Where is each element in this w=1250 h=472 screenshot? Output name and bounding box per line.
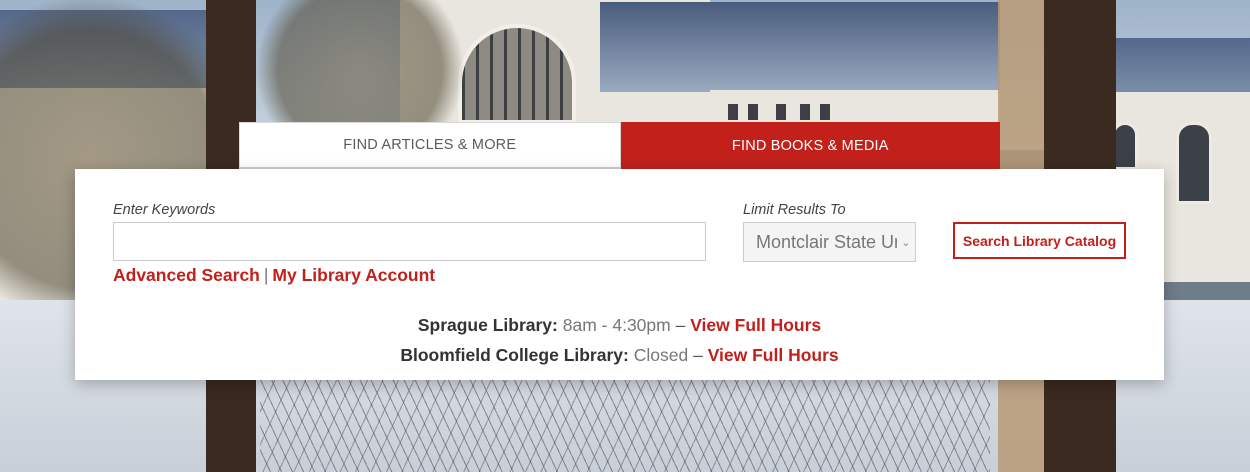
roof-center bbox=[600, 2, 1000, 92]
advanced-search-link[interactable]: Advanced Search bbox=[113, 265, 260, 285]
library-name: Sprague Library: bbox=[417, 315, 558, 335]
limit-results-select[interactable]: Montclair State University ⌄ bbox=[743, 222, 916, 262]
keywords-label: Enter Keywords bbox=[113, 202, 216, 218]
search-library-catalog-button[interactable]: Search Library Catalog bbox=[953, 222, 1126, 259]
window bbox=[820, 104, 830, 120]
tab-find-books[interactable]: FIND BOOKS & MEDIA bbox=[620, 122, 1000, 178]
library-hours-time: Closed bbox=[633, 345, 689, 365]
bare-branches bbox=[260, 380, 990, 472]
view-full-hours-link[interactable]: View Full Hours bbox=[690, 315, 821, 335]
my-library-account-link[interactable]: My Library Account bbox=[272, 265, 435, 285]
keywords-input[interactable] bbox=[113, 222, 706, 261]
window bbox=[800, 104, 810, 120]
library-name: Bloomfield College Library: bbox=[400, 345, 629, 365]
hours-dash: – bbox=[675, 315, 686, 335]
tab-label: FIND BOOKS & MEDIA bbox=[731, 137, 889, 154]
library-hours-time: 8am - 4:30pm bbox=[562, 315, 671, 335]
library-hours-row: Bloomfield College Library: Closed – Vie… bbox=[75, 345, 1164, 366]
button-label: Search Library Catalog bbox=[962, 232, 1117, 249]
limit-results-label: Limit Results To bbox=[743, 202, 846, 218]
chevron-down-icon: ⌄ bbox=[897, 223, 915, 261]
window bbox=[776, 104, 786, 120]
tab-find-articles[interactable]: FIND ARTICLES & MORE bbox=[239, 122, 621, 169]
view-full-hours-link[interactable]: View Full Hours bbox=[708, 345, 839, 365]
window bbox=[728, 104, 738, 120]
roof-right bbox=[1110, 38, 1250, 93]
arched-window bbox=[1176, 122, 1212, 204]
library-hours-row: Sprague Library: 8am - 4:30pm – View Ful… bbox=[75, 315, 1164, 336]
tab-label: FIND ARTICLES & MORE bbox=[343, 137, 517, 153]
search-panel: Enter Keywords Limit Results To Montclai… bbox=[75, 169, 1164, 380]
link-separator: | bbox=[263, 265, 269, 285]
hours-dash: – bbox=[693, 345, 703, 365]
window bbox=[748, 104, 758, 120]
search-tabs: FIND ARTICLES & MORE FIND BOOKS & MEDIA bbox=[239, 122, 1000, 178]
search-links: Advanced Search | My Library Account bbox=[113, 265, 435, 286]
limit-results-value: Montclair State University bbox=[756, 231, 915, 252]
